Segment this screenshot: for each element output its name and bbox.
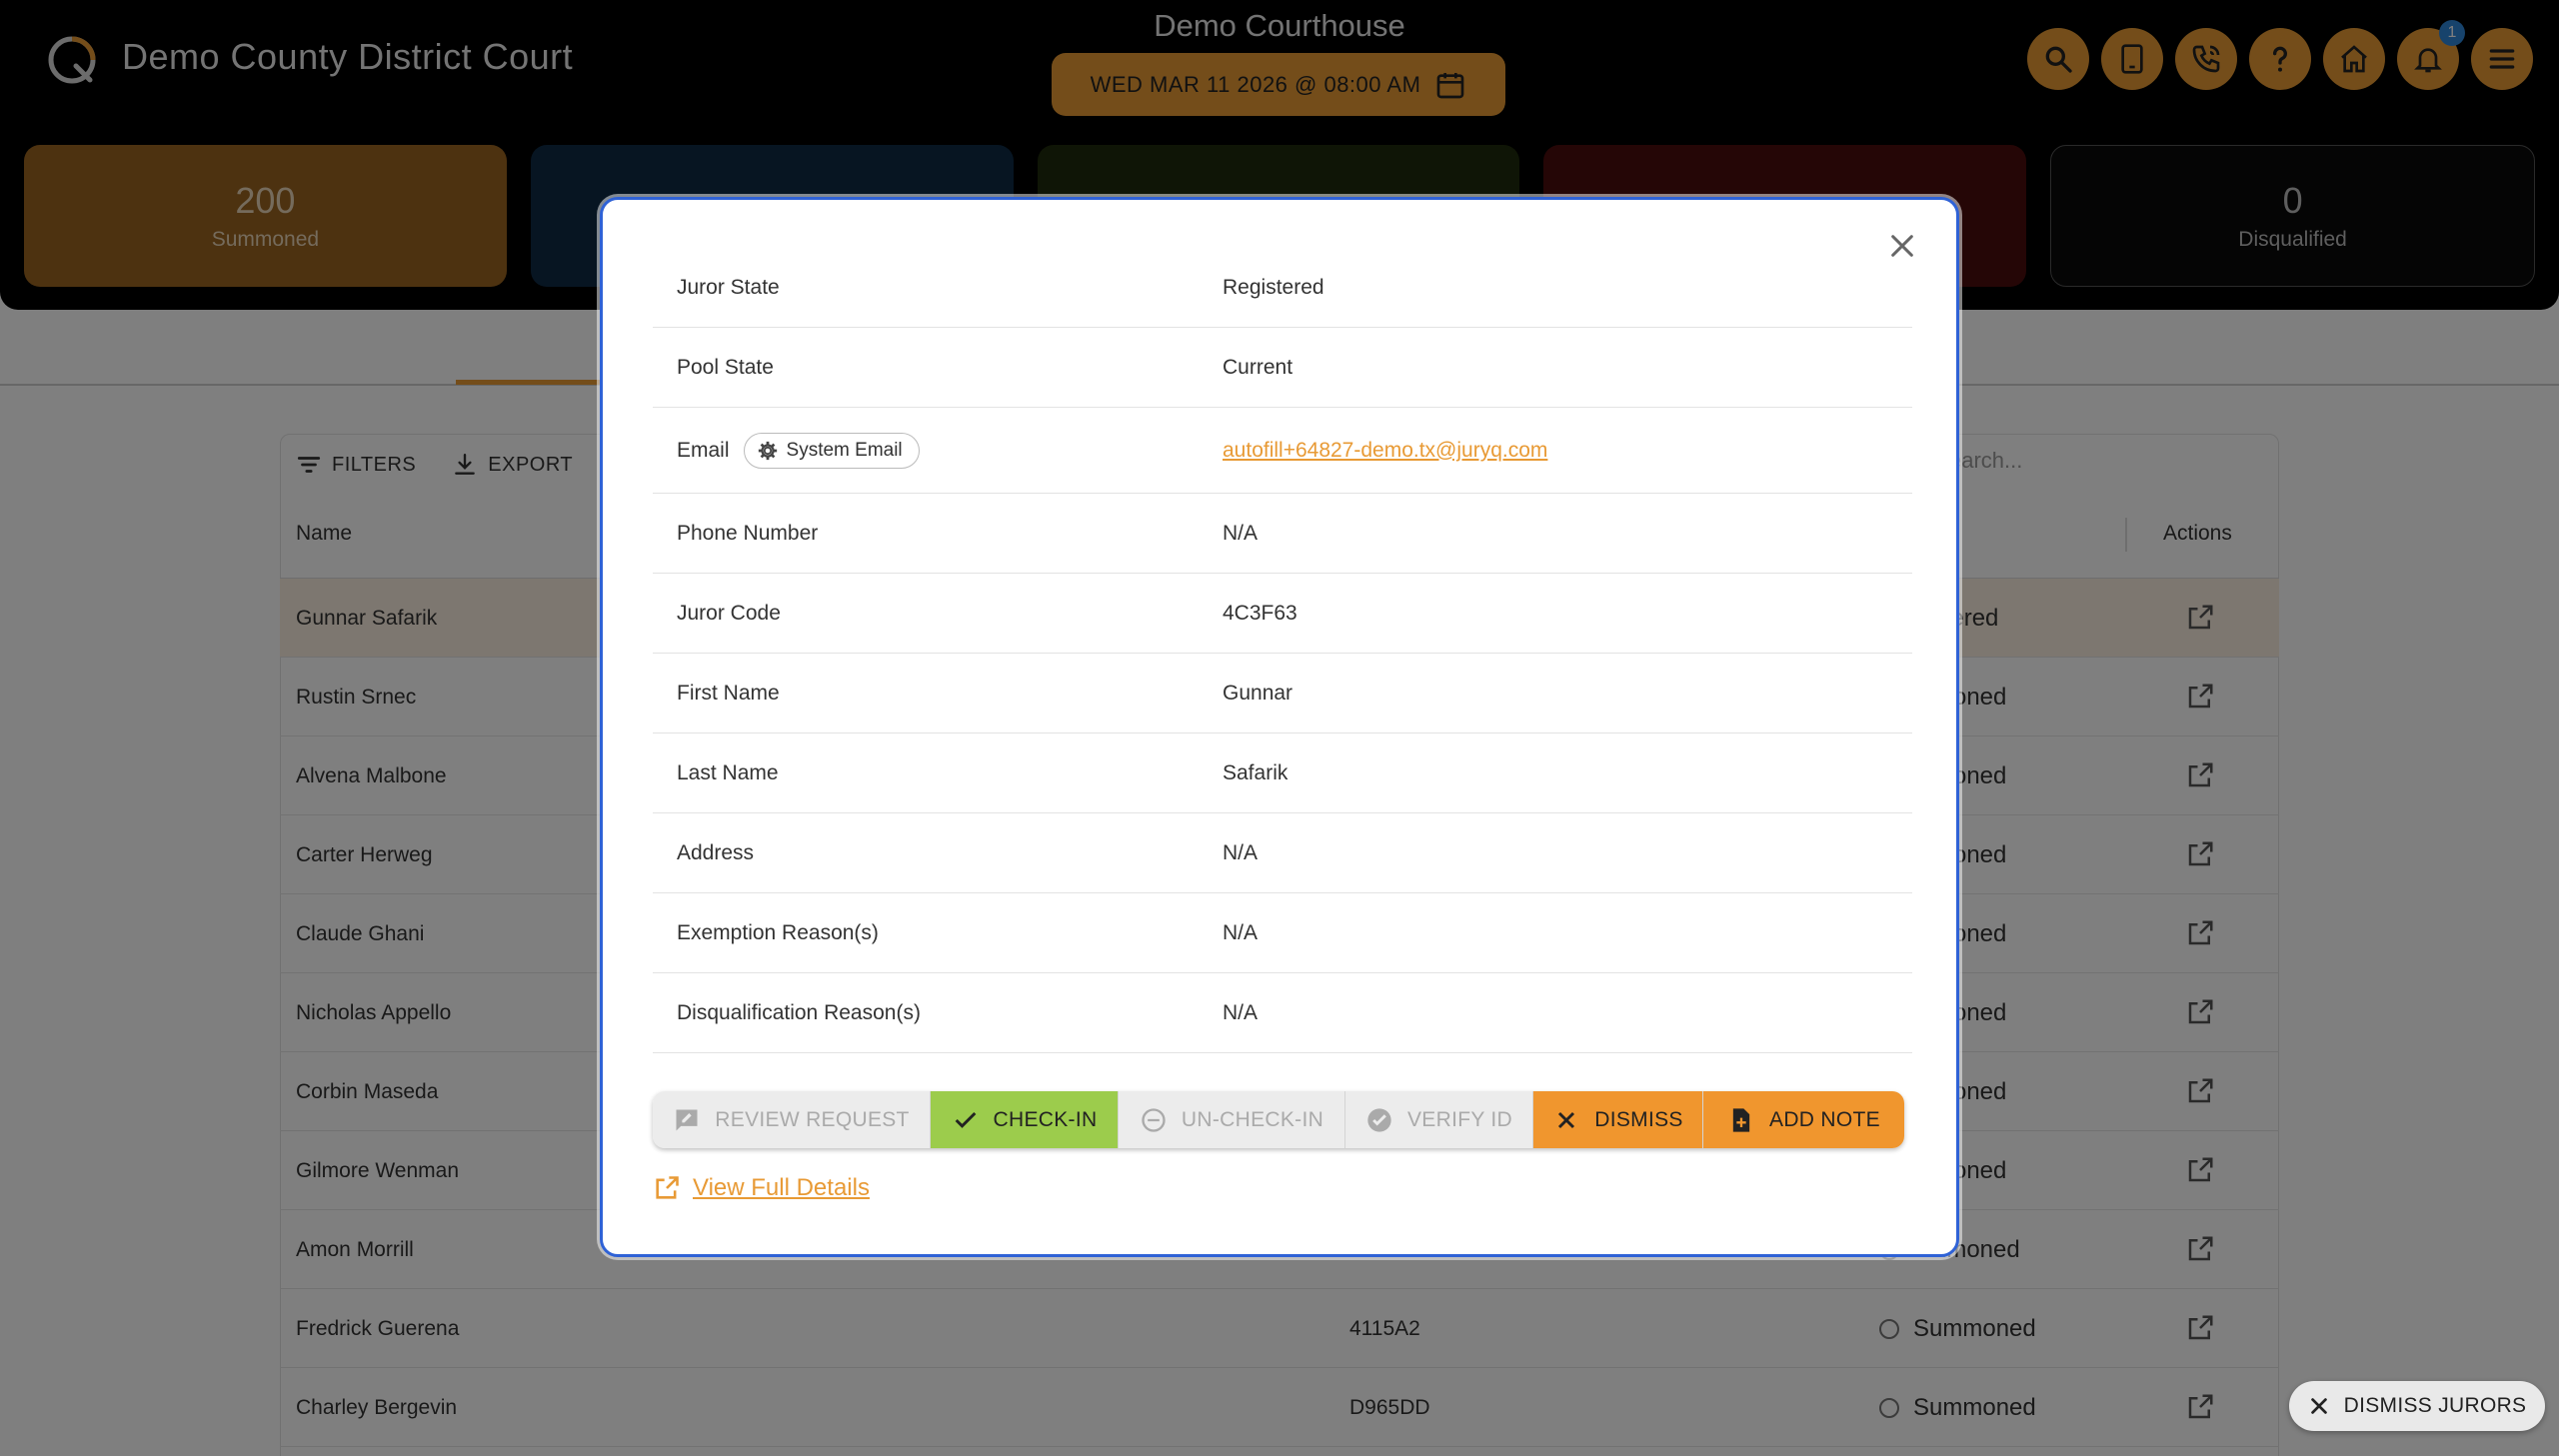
close-icon	[1558, 1111, 1575, 1128]
button-label: DISMISS	[1594, 1107, 1683, 1131]
check-icon	[955, 1111, 976, 1128]
button-label: CHECK-IN	[993, 1107, 1098, 1131]
chip-label: System Email	[786, 439, 903, 461]
button-label: REVIEW REQUEST	[715, 1107, 910, 1131]
gear-icon	[758, 441, 777, 460]
field-email: Email System Email autofill+64827-demo.t…	[653, 408, 1912, 494]
field-value: 4C3F63	[1223, 601, 1297, 625]
dismiss-button[interactable]: DISMISS	[1532, 1091, 1702, 1148]
field-value: N/A	[1223, 521, 1259, 545]
open-in-new-icon	[656, 1176, 679, 1199]
field-label: Pool State	[677, 355, 774, 379]
field-juror-code: Juror Code 4C3F63	[653, 574, 1912, 654]
field-value: N/A	[1223, 840, 1259, 864]
field-exemption-reasons: Exemption Reason(s) N/A	[653, 893, 1912, 973]
field-disqualification-reasons: Disqualification Reason(s) N/A	[653, 973, 1912, 1053]
button-label: ADD NOTE	[1769, 1107, 1880, 1131]
note-add-icon	[1732, 1107, 1750, 1132]
juror-field-list: Juror State Registered Pool State Curren…	[653, 248, 1912, 1053]
button-label: UN-CHECK-IN	[1181, 1107, 1324, 1131]
dismiss-jurors-label: DISMISS JURORS	[2343, 1394, 2527, 1417]
dismiss-jurors-button[interactable]: DISMISS JURORS	[2289, 1381, 2545, 1431]
field-label: Last Name	[677, 760, 779, 784]
rate-review-icon	[676, 1109, 698, 1130]
field-phone-number: Phone Number N/A	[653, 494, 1912, 574]
field-value: N/A	[1223, 1000, 1259, 1024]
field-label: Juror State	[677, 275, 780, 299]
field-label: Address	[677, 840, 755, 864]
verify-id-button[interactable]: VERIFY ID	[1344, 1091, 1532, 1148]
review-request-button[interactable]: REVIEW REQUEST	[653, 1091, 930, 1148]
field-address: Address N/A	[653, 813, 1912, 893]
field-label: Exemption Reason(s)	[677, 920, 879, 944]
button-label: VERIFY ID	[1406, 1107, 1512, 1131]
email-link[interactable]: autofill+64827-demo.tx@juryq.com	[1223, 439, 1547, 463]
view-full-details-link[interactable]: View Full Details	[653, 1174, 870, 1202]
un-check-in-button[interactable]: UN-CHECK-IN	[1118, 1091, 1344, 1148]
field-last-name: Last Name Safarik	[653, 733, 1912, 813]
field-value: N/A	[1223, 920, 1259, 944]
field-value: Current	[1223, 355, 1293, 379]
juror-action-bar: REVIEW REQUEST CHECK-IN UN-CHECK-IN VERI…	[653, 1091, 1904, 1148]
field-value: Registered	[1223, 275, 1324, 299]
view-full-details-label: View Full Details	[693, 1174, 870, 1201]
field-juror-state: Juror State Registered	[653, 248, 1912, 328]
close-icon	[2310, 1398, 2327, 1414]
field-pool-state: Pool State Current	[653, 328, 1912, 408]
field-label: First Name	[677, 681, 780, 705]
field-first-name: First Name Gunnar	[653, 654, 1912, 733]
field-label: Juror Code	[677, 601, 781, 625]
system-email-chip: System Email	[743, 432, 920, 469]
verified-badge-icon	[1367, 1107, 1391, 1132]
remove-circle-icon	[1142, 1107, 1166, 1132]
field-label-group: Email System Email	[677, 432, 920, 469]
field-label: Phone Number	[677, 521, 819, 545]
field-value: Safarik	[1223, 760, 1288, 784]
add-note-button[interactable]: ADD NOTE	[1702, 1091, 1904, 1148]
field-label: Email	[677, 438, 730, 462]
field-label: Disqualification Reason(s)	[677, 1000, 921, 1024]
juror-detail-modal: Juror State Registered Pool State Curren…	[600, 197, 1959, 1257]
check-in-button[interactable]: CHECK-IN	[930, 1091, 1118, 1148]
field-value: Gunnar	[1223, 681, 1293, 705]
